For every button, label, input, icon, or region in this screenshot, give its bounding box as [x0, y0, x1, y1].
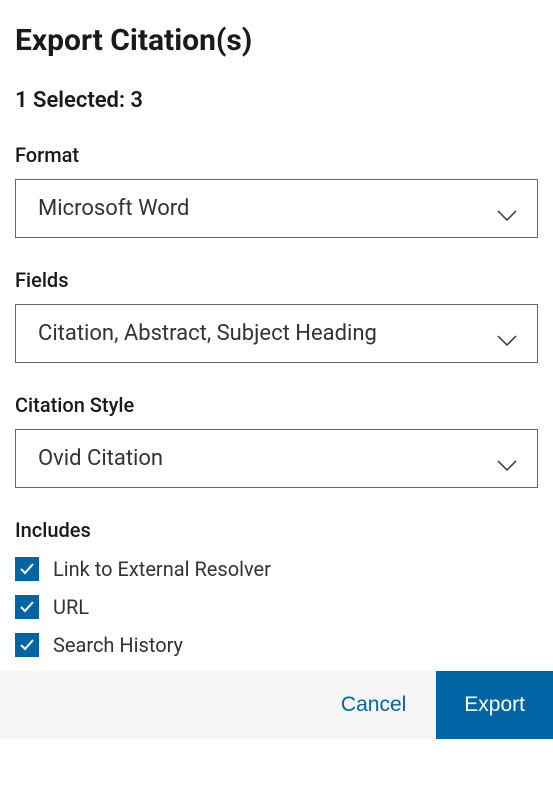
cancel-button[interactable]: Cancel: [311, 671, 436, 739]
citation-style-group: Citation Style Ovid Citation: [15, 393, 538, 488]
fields-value: Citation, Abstract, Subject Heading: [38, 321, 377, 346]
chevron-down-icon: [497, 453, 517, 465]
includes-group: Includes Link to External Resolver URL S…: [15, 518, 538, 657]
citation-style-label: Citation Style: [15, 393, 538, 417]
dialog-title: Export Citation(s): [15, 23, 538, 58]
checkbox-icon: [15, 595, 39, 619]
format-select[interactable]: Microsoft Word: [15, 179, 538, 238]
checkbox-label: Search History: [53, 633, 183, 657]
chevron-down-icon: [497, 203, 517, 215]
fields-label: Fields: [15, 268, 538, 292]
format-label: Format: [15, 143, 538, 167]
chevron-down-icon: [497, 328, 517, 340]
citation-style-value: Ovid Citation: [38, 446, 163, 471]
fields-group: Fields Citation, Abstract, Subject Headi…: [15, 268, 538, 363]
export-button[interactable]: Export: [436, 671, 553, 739]
checkbox-icon: [15, 633, 39, 657]
format-value: Microsoft Word: [38, 196, 189, 221]
checkbox-label: Link to External Resolver: [53, 557, 271, 581]
export-citation-dialog: Export Citation(s) 1 Selected: 3 Format …: [0, 0, 553, 657]
checkbox-url[interactable]: URL: [15, 595, 538, 619]
dialog-footer: Cancel Export: [0, 671, 553, 739]
checkbox-icon: [15, 557, 39, 581]
fields-select[interactable]: Citation, Abstract, Subject Heading: [15, 304, 538, 363]
checkbox-search-history[interactable]: Search History: [15, 633, 538, 657]
citation-style-select[interactable]: Ovid Citation: [15, 429, 538, 488]
selected-count: 1 Selected: 3: [15, 88, 538, 113]
includes-label: Includes: [15, 518, 538, 542]
checkbox-link-resolver[interactable]: Link to External Resolver: [15, 557, 538, 581]
checkbox-label: URL: [53, 595, 89, 619]
format-group: Format Microsoft Word: [15, 143, 538, 238]
